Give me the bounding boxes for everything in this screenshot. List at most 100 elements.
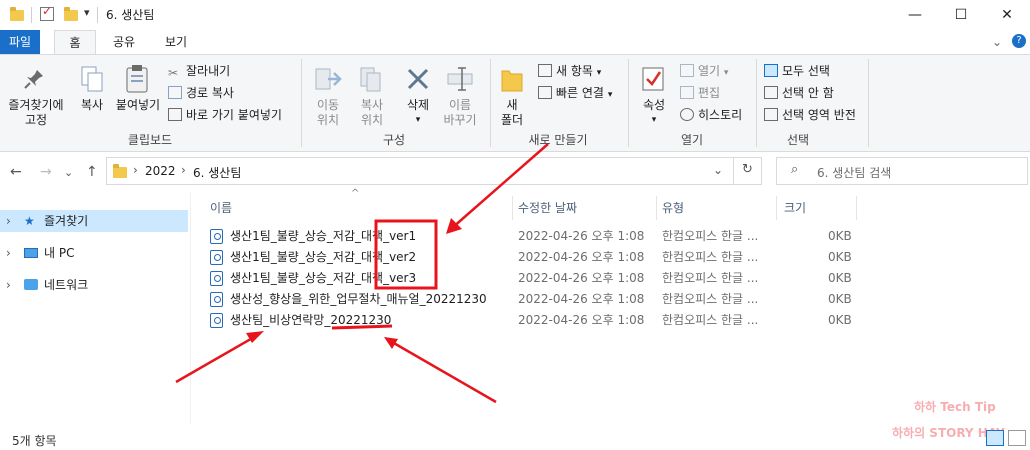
- minimize-button[interactable]: —: [892, 0, 938, 30]
- divider[interactable]: [776, 196, 777, 220]
- rename-label-line2: 바꾸기: [443, 113, 477, 127]
- address-bar[interactable]: › 2022 › 6. 생산팀 ⌄ ↻: [106, 157, 762, 185]
- column-size[interactable]: 크기: [784, 196, 806, 220]
- easy-access-button[interactable]: 빠른 연결 ▾: [538, 84, 612, 101]
- file-type: 한컴오피스 한글 ...: [662, 229, 759, 243]
- pin-icon: [22, 67, 46, 91]
- open-icon: [680, 64, 694, 77]
- paste-shortcut-button[interactable]: 바로 가기 붙여넣기: [168, 106, 282, 123]
- select-all-button[interactable]: 모두 선택: [764, 62, 830, 79]
- column-modified[interactable]: 수정한 날짜: [518, 196, 577, 220]
- invert-selection-button[interactable]: 선택 영역 반전: [764, 106, 856, 123]
- delete-label: 삭제: [406, 98, 430, 112]
- recent-locations-button[interactable]: ⌄: [64, 166, 73, 179]
- breadcrumb-separator[interactable]: ›: [181, 163, 186, 177]
- new-item-button[interactable]: 새 항목 ▾: [538, 62, 601, 79]
- divider[interactable]: [656, 196, 657, 220]
- help-icon[interactable]: ?: [1012, 34, 1026, 48]
- new-folder-quick-icon[interactable]: [64, 7, 78, 21]
- column-type[interactable]: 유형: [662, 196, 684, 220]
- newfolder-label-line2: 폴더: [500, 113, 524, 127]
- nav-item-label: 네트워크: [44, 278, 89, 292]
- open-button[interactable]: 열기 ▾: [680, 62, 728, 79]
- path-icon: [168, 86, 182, 99]
- tab-home[interactable]: 홈: [54, 30, 96, 55]
- chevron-right-icon[interactable]: ›: [6, 242, 11, 264]
- maximize-button[interactable]: ☐: [938, 0, 984, 30]
- select-none-button[interactable]: 선택 안 함: [764, 84, 834, 101]
- collapse-ribbon-icon[interactable]: ⌄: [990, 30, 1004, 54]
- back-button[interactable]: ←: [10, 164, 22, 180]
- cut-button[interactable]: ✂ 잘라내기: [168, 62, 231, 80]
- tab-view[interactable]: 보기: [156, 30, 196, 54]
- forward-button[interactable]: →: [40, 164, 52, 180]
- edit-button[interactable]: 편집: [680, 84, 720, 101]
- tab-file[interactable]: 파일: [0, 30, 40, 54]
- file-modified: 2022-04-26 오후 1:08: [518, 250, 645, 264]
- file-row[interactable]: 생산1팀_불량_상승_저감_대책_ver3 2022-04-26 오후 1:08…: [206, 268, 861, 289]
- address-dropdown-icon[interactable]: ⌄: [713, 163, 723, 177]
- file-type: 한컴오피스 한글 ...: [662, 292, 759, 306]
- file-size: 0KB: [828, 271, 852, 285]
- pane-divider: [190, 192, 191, 424]
- column-name[interactable]: 이름: [210, 196, 232, 220]
- paste-shortcut-label: 바로 가기 붙여넣기: [186, 108, 282, 122]
- search-box[interactable]: ⌕ 6. 생산팀 검색: [776, 157, 1028, 185]
- select-all-icon: [764, 64, 778, 77]
- cut-label: 잘라내기: [186, 64, 231, 78]
- copy-path-button[interactable]: 경로 복사: [168, 84, 234, 101]
- rename-icon: [446, 65, 474, 93]
- delete-icon: [404, 65, 432, 93]
- delete-button[interactable]: 삭제 ▾: [396, 98, 440, 128]
- history-icon: [680, 108, 694, 121]
- file-row[interactable]: 생산1팀_불량_상승_저감_대책_ver2 2022-04-26 오후 1:08…: [206, 247, 861, 268]
- file-row[interactable]: 생산성_향상을_위한_업무절차_매뉴얼_20221230 2022-04-26 …: [206, 289, 861, 310]
- up-button[interactable]: ↑: [86, 164, 98, 180]
- history-button[interactable]: 히스토리: [680, 106, 742, 123]
- nav-item-network[interactable]: › 네트워크: [0, 274, 188, 296]
- paste-button[interactable]: 붙여넣기: [112, 98, 164, 113]
- nav-item-this-pc[interactable]: › 내 PC: [0, 242, 188, 264]
- group-new: 새로 만들기: [528, 133, 588, 147]
- refresh-icon[interactable]: ↻: [742, 162, 753, 177]
- sort-ascending-icon: ^: [351, 188, 360, 199]
- select-none-label: 선택 안 함: [782, 86, 834, 100]
- large-icons-view-icon[interactable]: [1008, 430, 1026, 446]
- pin-quick-access-button[interactable]: 즐겨찾기에 고정: [4, 98, 68, 128]
- chevron-right-icon[interactable]: ›: [6, 274, 11, 296]
- move-to-button[interactable]: 이동 위치: [306, 98, 350, 128]
- copy-button[interactable]: 복사: [74, 98, 110, 113]
- breadcrumb-2022[interactable]: 2022: [145, 164, 176, 178]
- nav-item-label: 즐겨찾기: [44, 214, 89, 228]
- pin-label-line2: 고정: [24, 113, 48, 127]
- file-row[interactable]: 생산1팀_불량_상승_저감_대책_ver1 2022-04-26 오후 1:08…: [206, 226, 861, 247]
- divider[interactable]: [512, 196, 513, 220]
- divider: [628, 59, 629, 147]
- file-name: 생산1팀_불량_상승_저감_대책_ver3: [230, 271, 417, 285]
- breadcrumb-current[interactable]: 6. 생산팀: [193, 164, 241, 181]
- newfolder-label-line1: 새: [506, 98, 518, 112]
- divider: [756, 59, 757, 147]
- divider: [31, 7, 32, 23]
- copy-to-button[interactable]: 복사 위치: [350, 98, 394, 128]
- properties-checkbox-icon[interactable]: ✓: [40, 4, 54, 21]
- divider[interactable]: [856, 196, 857, 220]
- nav-item-label: 내 PC: [44, 246, 75, 260]
- chevron-right-icon[interactable]: ›: [6, 210, 11, 232]
- rename-button[interactable]: 이름 바꾸기: [438, 98, 482, 128]
- tab-share[interactable]: 공유: [104, 30, 144, 54]
- breadcrumb-separator[interactable]: ›: [133, 163, 138, 177]
- properties-button[interactable]: 속성 ▾: [636, 98, 672, 128]
- close-button[interactable]: ✕: [984, 0, 1030, 30]
- file-row[interactable]: 생산팀_비상연락망_20221230 2022-04-26 오후 1:08 한컴…: [206, 310, 861, 331]
- ribbon-tabs: 파일 홈 공유 보기 ⌄ ?: [0, 30, 1030, 55]
- nav-item-quick-access[interactable]: › ★ 즐겨찾기: [0, 210, 188, 232]
- file-type: 한컴오피스 한글 ...: [662, 250, 759, 264]
- hwp-file-icon: [210, 250, 223, 265]
- new-folder-button[interactable]: 새 폴더: [494, 98, 530, 128]
- customize-toolbar-icon[interactable]: ▾: [84, 6, 90, 19]
- hwp-file-icon: [210, 292, 223, 307]
- chevron-down-icon: ▾: [607, 90, 613, 100]
- details-view-icon[interactable]: [986, 430, 1004, 446]
- folder-icon: [10, 7, 24, 21]
